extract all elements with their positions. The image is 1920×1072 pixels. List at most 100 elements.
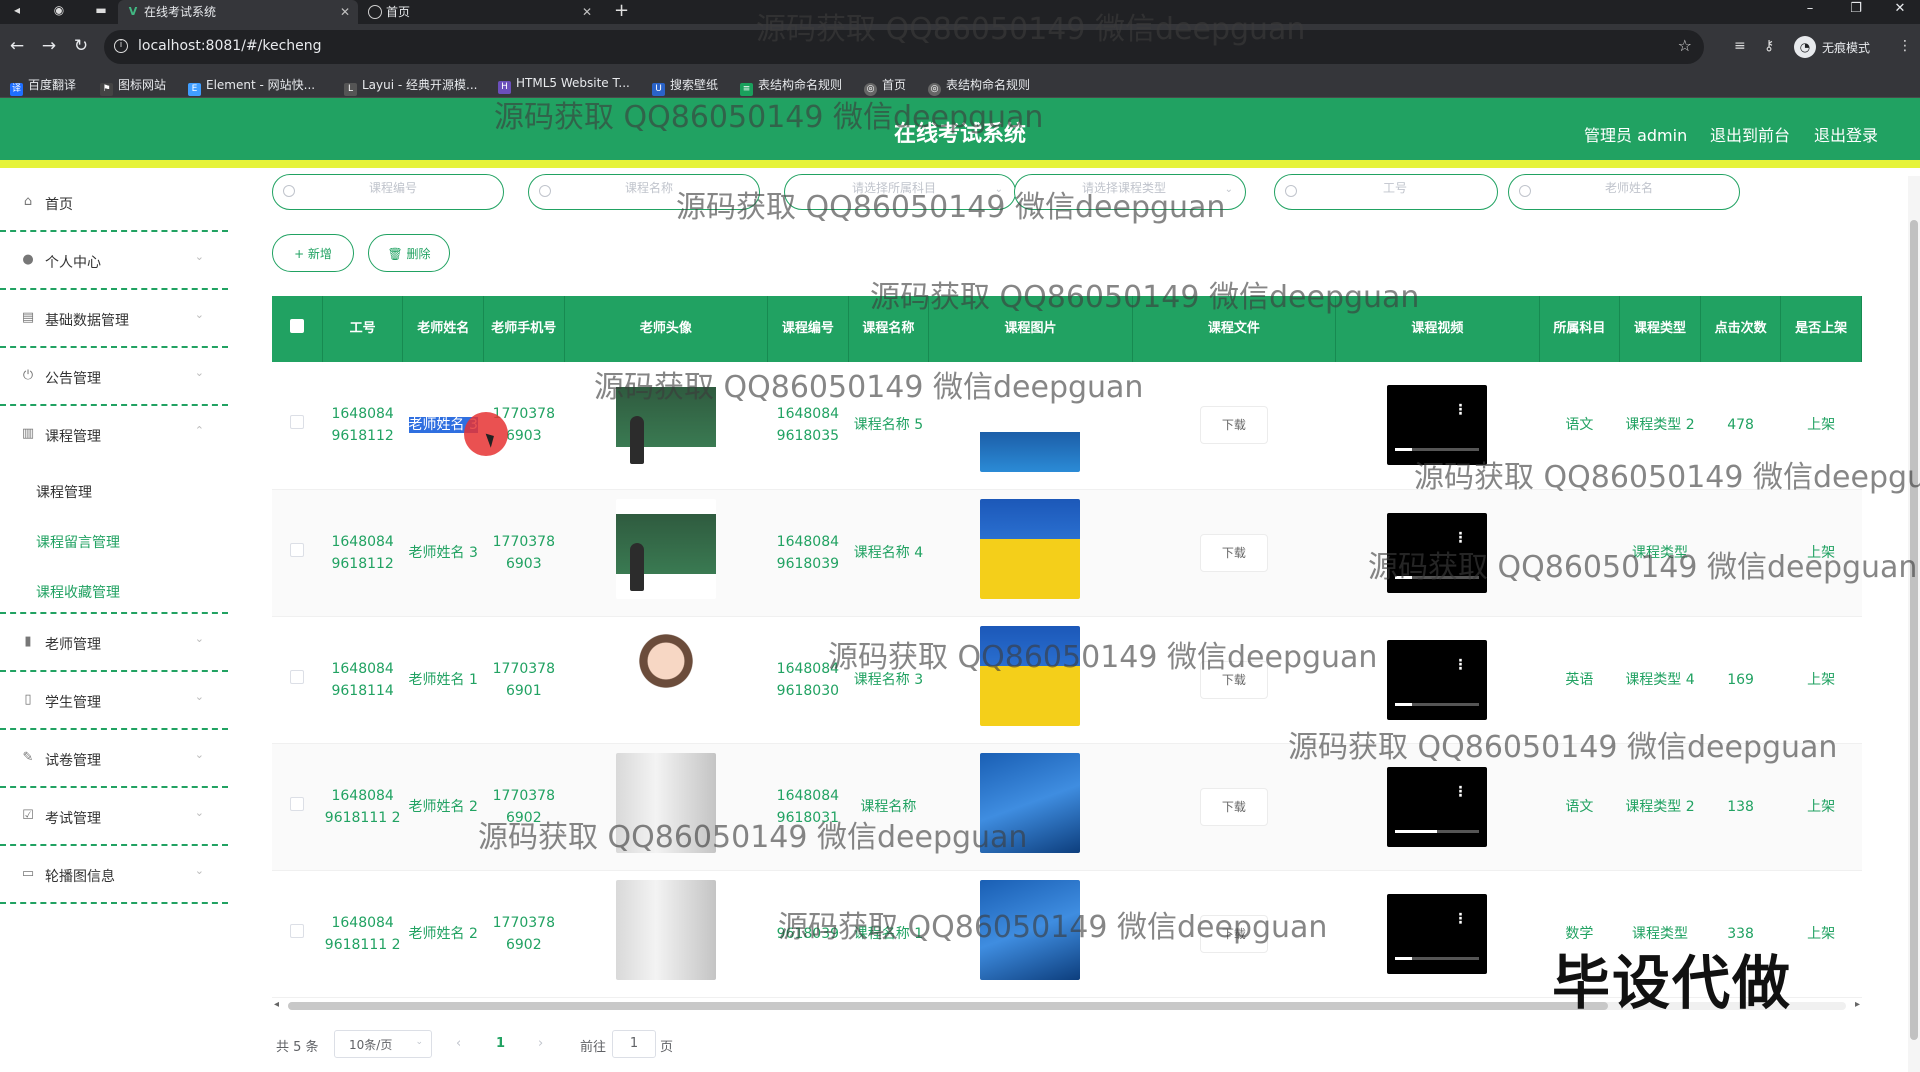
chrome-icon[interactable]: ◉ (50, 3, 68, 17)
next-page-icon[interactable]: › (538, 1036, 543, 1051)
video-player[interactable]: ⋮ (1387, 512, 1488, 593)
bookmark-item[interactable]: U 搜索壁纸 (652, 76, 718, 96)
delete-button[interactable]: 🗑 删除 (368, 234, 450, 272)
back-audio-icon[interactable]: ◂ (8, 3, 26, 17)
prev-page-icon[interactable]: ‹ (456, 1036, 461, 1051)
table-row[interactable]: 1648084 9618114 老师姓名 1 1770378 6901 1648… (272, 616, 1862, 744)
scroll-right-icon[interactable]: ▸ (1855, 999, 1860, 1010)
browser-menu-icon[interactable]: ⋮ (1898, 38, 1912, 54)
course-no-input[interactable] (303, 181, 483, 195)
window-icon[interactable]: ▬ (92, 3, 110, 17)
reading-list-icon[interactable]: ≡ (1734, 38, 1746, 54)
cell-course-type: 课程类型 4 (1619, 616, 1701, 744)
bookmark-item[interactable]: ◎ 表结构命名规则 (928, 76, 1030, 96)
course-cover-image (980, 626, 1081, 726)
sidebar-item-course[interactable]: ▥ 课程管理 ⌃ (0, 408, 228, 464)
goto-page-input[interactable]: 1 (612, 1030, 656, 1058)
course-type-select-input[interactable] (1029, 181, 1219, 195)
url-box[interactable]: i localhost:8081/#/kecheng ☆ (104, 30, 1704, 64)
teacher-name-input[interactable] (1539, 181, 1719, 195)
table-row[interactable]: 1648084 9618112 老师姓名 3 1770378 6903 1648… (272, 362, 1862, 490)
download-button[interactable]: 下载 (1199, 787, 1268, 826)
row-checkbox[interactable] (290, 542, 305, 557)
search-teacher-no[interactable] (1274, 174, 1498, 210)
more-vertical-icon[interactable]: ⋮ (1453, 658, 1467, 672)
row-checkbox[interactable] (290, 796, 305, 811)
row-checkbox[interactable] (290, 923, 305, 938)
row-checkbox[interactable] (290, 669, 305, 684)
table-row[interactable]: 1648084 9618112 老师姓名 3 1770378 6903 1648… (272, 489, 1862, 617)
sidebar-item-student[interactable]: ▯ 学生管理 ⌄ (0, 674, 228, 730)
tab-close-icon[interactable]: ✕ (582, 0, 592, 24)
page-size-select[interactable]: 10条/页 ⌄ (334, 1030, 432, 1058)
bookmark-item[interactable]: ≡ 表结构命名规则 (740, 76, 842, 96)
bookmark-item[interactable]: ⚑ 图标网站 (100, 76, 166, 96)
info-icon[interactable]: i (114, 39, 128, 53)
download-button[interactable]: 下载 (1199, 660, 1268, 699)
row-checkbox[interactable] (290, 415, 305, 430)
tab-close-icon[interactable]: ✕ (340, 0, 350, 24)
video-player[interactable]: ⋮ (1387, 385, 1488, 466)
url-text[interactable]: localhost:8081/#/kecheng (138, 38, 322, 54)
cell-course-name: 课程名称 3 (848, 616, 929, 744)
download-button[interactable]: 下载 (1199, 533, 1268, 572)
submenu-course-manage[interactable]: 课程管理 (36, 482, 92, 502)
more-vertical-icon[interactable]: ⋮ (1453, 531, 1467, 545)
restore-icon[interactable]: ❐ (1836, 0, 1876, 18)
scrollbar-thumb[interactable] (1910, 220, 1918, 1040)
bookmark-item[interactable]: ◎ 首页 (864, 76, 906, 96)
sidebar-item-paper[interactable]: ✎ 试卷管理 ⌄ (0, 732, 228, 788)
search-course-no[interactable] (272, 174, 504, 210)
search-course-name[interactable] (528, 174, 760, 210)
sidebar-item-profile[interactable]: ● 个人中心 ⌄ (0, 234, 228, 290)
bookmark-item[interactable]: L Layui - 经典开源模... (344, 76, 477, 96)
tab-home[interactable]: 首页 ✕ (360, 0, 600, 24)
subject-select[interactable]: ⌄ (784, 174, 1016, 210)
key-icon[interactable]: ⚷ (1764, 38, 1774, 54)
incognito-icon[interactable]: ◔ (1794, 36, 1816, 58)
bookmark-item[interactable]: E Element - 网站快... (188, 76, 315, 96)
page-vertical-scrollbar[interactable] (1908, 176, 1920, 1072)
sidebar-item-home[interactable]: ⌂ 首页 (0, 176, 228, 232)
select-all-checkbox[interactable] (289, 318, 304, 333)
window-close-icon[interactable]: ✕ (1880, 0, 1920, 18)
sidebar-item-teacher[interactable]: ▮ 老师管理 ⌄ (0, 616, 228, 672)
course-type-select[interactable]: ⌄ (1014, 174, 1246, 210)
search-teacher-name[interactable] (1508, 174, 1740, 210)
table-row[interactable]: 1648084 9618111 2 老师姓名 2 1770378 6902 16… (272, 743, 1862, 871)
video-player[interactable]: ⋮ (1387, 766, 1488, 847)
scroll-left-icon[interactable]: ◂ (274, 999, 279, 1010)
more-vertical-icon[interactable]: ⋮ (1453, 403, 1467, 417)
select-all-header[interactable] (272, 296, 323, 362)
bookmark-star-icon[interactable]: ☆ (1678, 36, 1692, 55)
sidebar-item-base-data[interactable]: ▤ 基础数据管理 ⌄ (0, 292, 228, 348)
bookmark-item[interactable]: H HTML5 Website T... (498, 76, 630, 94)
add-button[interactable]: + 新增 (272, 234, 354, 272)
more-vertical-icon[interactable]: ⋮ (1453, 912, 1467, 926)
submenu-course-comments[interactable]: 课程留言管理 (36, 532, 120, 552)
video-player[interactable]: ⋮ (1387, 893, 1488, 974)
new-tab-icon[interactable]: + (614, 0, 629, 22)
download-button[interactable]: 下载 (1199, 406, 1268, 445)
course-name-input[interactable] (559, 181, 739, 195)
bookmark-item[interactable]: 译百度翻译 (10, 76, 76, 96)
exit-to-front-link[interactable]: 退出到前台 (1710, 122, 1790, 146)
video-player[interactable]: ⋮ (1387, 639, 1488, 720)
more-vertical-icon[interactable]: ⋮ (1453, 785, 1467, 799)
sidebar-item-exam[interactable]: ☑ 考试管理 ⌄ (0, 790, 228, 846)
sidebar-item-carousel[interactable]: ▭ 轮播图信息 ⌄ (0, 848, 228, 904)
tab-exam-system[interactable]: V 在线考试系统 ✕ (118, 0, 358, 24)
subject-select-input[interactable] (799, 181, 989, 195)
forward-icon[interactable]: → (38, 36, 60, 56)
page-number[interactable]: 1 (496, 1036, 505, 1051)
minimize-icon[interactable]: – (1790, 0, 1830, 18)
back-icon[interactable]: ← (6, 36, 28, 56)
download-button[interactable]: 下载 (1199, 914, 1268, 953)
submenu-course-favorites[interactable]: 课程收藏管理 (36, 582, 120, 602)
logout-link[interactable]: 退出登录 (1814, 122, 1878, 146)
scrollbar-thumb[interactable] (288, 1002, 1608, 1010)
vue-icon: V (128, 5, 138, 18)
reload-icon[interactable]: ↻ (70, 36, 92, 56)
sidebar-item-notice[interactable]: ⏻ 公告管理 ⌄ (0, 350, 228, 406)
teacher-no-input[interactable] (1305, 181, 1485, 195)
